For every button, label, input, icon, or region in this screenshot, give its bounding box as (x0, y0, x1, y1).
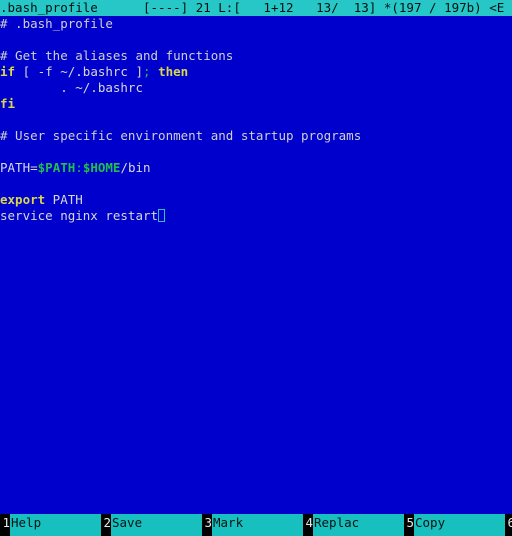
fkey-number: 3 (202, 514, 212, 536)
fkey-number: 1 (0, 514, 10, 536)
fkey-number: 4 (303, 514, 313, 536)
titlebar-gap-a (188, 0, 196, 15)
code-token-var: $HOME (82, 160, 121, 175)
code-token-plain: [ -f ~/.bashrc ] (15, 64, 143, 79)
fkey-label: Copy (414, 514, 505, 536)
code-token-comment: # User specific environment and startup … (0, 128, 362, 143)
code-token-plain: PATH= (0, 160, 38, 175)
fkey-number: 5 (404, 514, 414, 536)
code-token-comment: # .bash_profile (0, 16, 113, 31)
fkey-label: Save (111, 514, 202, 536)
code-token-plain: . ~/.bashrc (0, 80, 143, 95)
titlebar-filename: .bash_profile (0, 0, 98, 15)
code-token-comment: # Get the aliases and functions (0, 48, 234, 63)
code-line: # User specific environment and startup … (0, 128, 512, 144)
fkey-5[interactable]: 5 Copy (404, 514, 505, 536)
code-token-keyword: export (0, 192, 46, 207)
titlebar-position: 1+12 13/ 13] (240, 0, 377, 15)
titlebar-column-count: 21 (195, 0, 211, 15)
fkey-4[interactable]: 4 Replac (303, 514, 404, 536)
titlebar-encoding: <E (489, 0, 505, 15)
code-line: . ~/.bashrc (0, 80, 512, 96)
code-line: service nginx restart (0, 208, 512, 224)
code-token-keyword: if (0, 64, 16, 79)
fkey-1[interactable]: 1 Help (0, 514, 101, 536)
fkey-3[interactable]: 3 Mark (202, 514, 303, 536)
code-token-keyword: fi (0, 96, 16, 111)
titlebar-spacer (98, 0, 143, 15)
code-token-plain: service nginx restart (0, 208, 159, 223)
fkey-2[interactable]: 2 Save (101, 514, 202, 536)
fkey-6[interactable]: 6 (505, 514, 512, 536)
code-token-var: $PATH (37, 160, 76, 175)
code-line: # .bash_profile (0, 16, 512, 32)
code-line: # Get the aliases and functions (0, 48, 512, 64)
code-token-punct: : (75, 160, 83, 175)
code-line: if [ -f ~/.bashrc ]; then (0, 64, 512, 80)
fkey-label: Replac (313, 514, 404, 536)
editor-window: .bash_profile [----] 21 L:[ 1+12 13/ 13]… (0, 0, 512, 536)
fkey-number: 6 (505, 514, 512, 536)
titlebar-line-label: L:[ (218, 0, 241, 15)
code-line: fi (0, 96, 512, 112)
code-token-plain: PATH (45, 192, 83, 207)
function-key-bar: 1 Help 2 Save 3 Mark 4 Replac 5 Copy 6 (0, 514, 512, 536)
code-token-plain: /bin (120, 160, 151, 175)
text-cursor (158, 209, 166, 222)
titlebar-modified-flag: [----] (143, 0, 189, 15)
text-editing-area[interactable]: # .bash_profile # Get the aliases and fun… (0, 16, 512, 510)
code-line: PATH=$PATH:$HOME/bin (0, 160, 512, 176)
code-token-punct: ; (143, 64, 151, 79)
titlebar-gap-c (376, 0, 384, 15)
titlebar-bytes: *(197 / 197b) (383, 0, 482, 15)
fkey-label: Mark (212, 514, 303, 536)
fkey-number: 2 (101, 514, 111, 536)
code-token-keyword: then (158, 64, 189, 79)
code-line: export PATH (0, 192, 512, 208)
fkey-label: Help (10, 514, 101, 536)
titlebar: .bash_profile [----] 21 L:[ 1+12 13/ 13]… (0, 0, 512, 16)
